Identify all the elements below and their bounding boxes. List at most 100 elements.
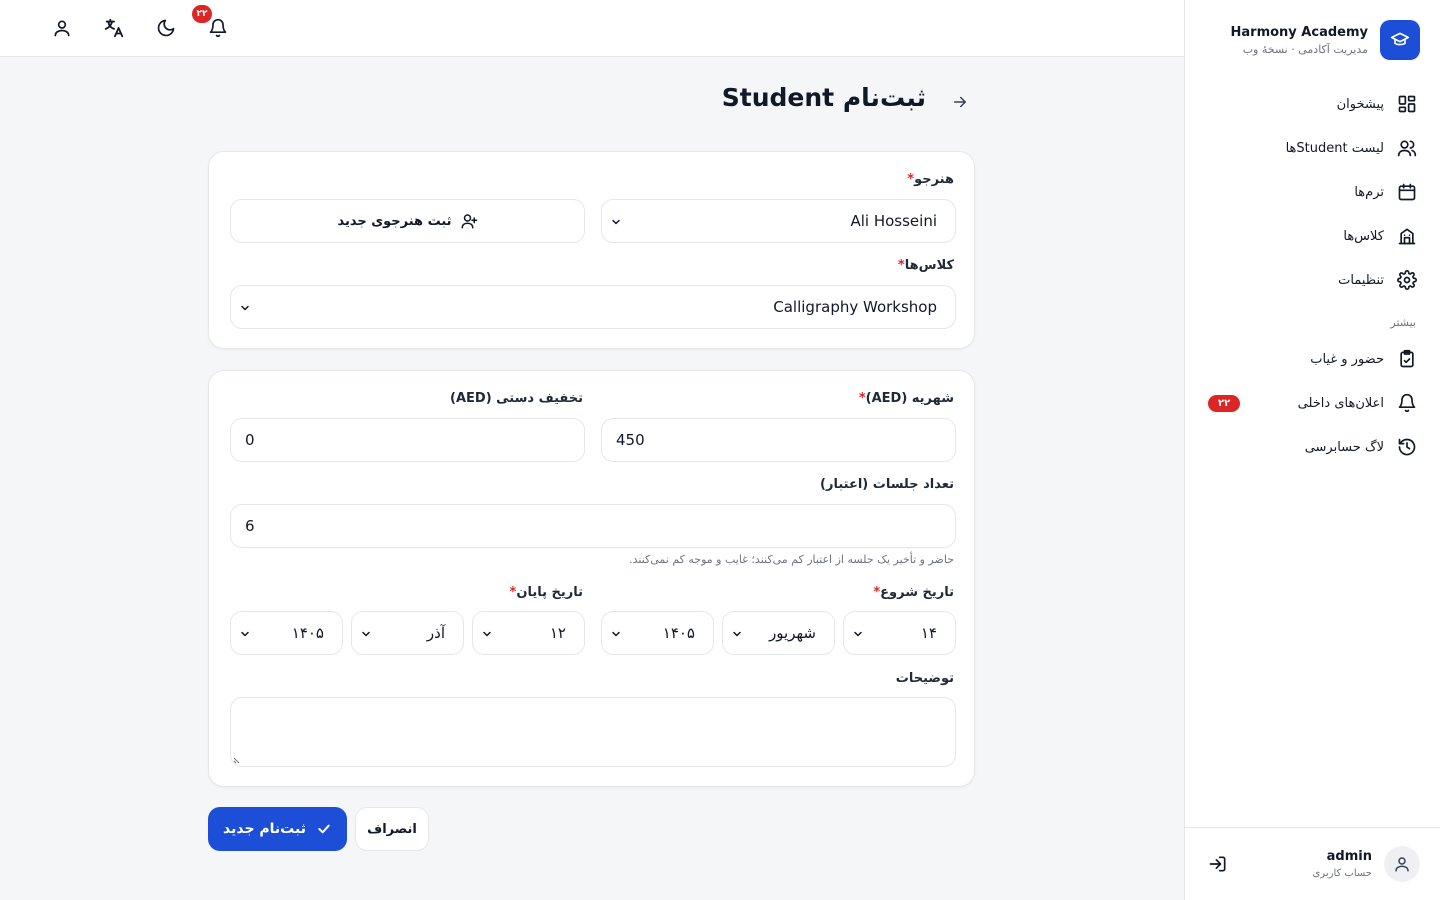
sidebar-item-label: لاگ حسابرسی (1304, 439, 1384, 455)
bell-icon (209, 18, 227, 38)
cancel-button-label: انصراف (367, 821, 417, 837)
new-student-button[interactable]: ثبت هنرجوی جدید (230, 199, 585, 243)
top-bar: ۲۲ (0, 0, 1184, 57)
sidebar-item-attendance[interactable]: حضور و غیاب (1184, 337, 1440, 381)
end-year-select[interactable]: ۱۴۰۵ (230, 611, 343, 655)
start-day-select[interactable]: ۱۴ (843, 611, 956, 655)
sidebar-item-label: حضور و غیاب (1310, 351, 1384, 367)
avatar[interactable] (1384, 846, 1420, 882)
sidebar-item-students[interactable]: لیست Studentها (1184, 126, 1440, 170)
tuition-label: شهریه (AED)* (858, 391, 954, 406)
sidebar-item-label: کلاس‌ها (1343, 228, 1384, 244)
start-month-value: شهریور (769, 624, 816, 642)
user-plus-icon (461, 214, 477, 229)
start-day-value: ۱۴ (920, 624, 937, 642)
sidebar-item-terms[interactable]: ترم‌ها (1184, 170, 1440, 214)
cancel-button[interactable]: انصراف (355, 807, 429, 851)
sidebar-item-dashboard[interactable]: پیشخوان (1184, 82, 1440, 126)
theme-toggle-button[interactable] (154, 16, 178, 40)
end-year-value: ۱۴۰۵ (291, 624, 324, 642)
arrow-right-icon (954, 96, 966, 108)
check-icon (318, 824, 330, 834)
chevron-down-icon (854, 631, 862, 637)
logout-icon (1209, 856, 1226, 872)
chevron-down-icon (483, 631, 491, 637)
user-role: حساب کاربری (1312, 868, 1372, 879)
sidebar-item-label: ترم‌ها (1354, 184, 1384, 200)
sessions-input[interactable]: 6 (230, 504, 956, 548)
page-header: ثبت‌نام Student (722, 80, 972, 114)
sessions-label: تعداد جلسات (اعتبار) (820, 477, 954, 492)
sidebar-item-label: تنظیمات (1338, 272, 1384, 288)
end-day-select[interactable]: ۱۲ (472, 611, 585, 655)
brand-subtitle: مدیریت آکادمی · نسخهٔ وب (1242, 42, 1368, 56)
dashboard-icon (1398, 95, 1416, 113)
chevron-down-icon (241, 631, 249, 637)
start-month-select[interactable]: شهریور (722, 611, 835, 655)
start-date-label: تاریخ شروع* (873, 585, 954, 600)
submit-button-label: ثبت‌نام جدید (223, 821, 306, 837)
sidebar-item-classes[interactable]: کلاس‌ها (1184, 214, 1440, 258)
announcements-badge: ۲۲ (1208, 394, 1241, 412)
start-year-select[interactable]: ۱۴۰۵ (601, 611, 714, 655)
brand-logo (1380, 20, 1420, 60)
classes-select[interactable]: Calligraphy Workshop (230, 285, 956, 329)
sidebar-item-label: اعلان‌های داخلی (1297, 395, 1384, 411)
chevron-down-icon (612, 219, 620, 225)
student-class-card: هنرجو* Ali Hosseini ثبت هنرجوی جدید کلاس… (208, 151, 975, 349)
discount-input[interactable]: 0 (230, 418, 585, 462)
enrollment-details-card: شهریه (AED)* 450 تخفیف دستی (AED) 0 تعدا… (208, 370, 975, 787)
profile-button[interactable] (50, 16, 74, 40)
sidebar-item-audit-log[interactable]: لاگ حسابرسی (1184, 425, 1440, 469)
sidebar-item-label: پیشخوان (1336, 96, 1384, 112)
sessions-value: 6 (245, 517, 255, 535)
sidebar-nav: پیشخوان لیست Studentها ترم‌ها کلاس‌ها تن… (1184, 82, 1440, 469)
resize-handle-icon[interactable] (233, 754, 243, 764)
tuition-value: 450 (616, 431, 645, 449)
moon-icon (157, 19, 175, 37)
end-day-value: ۱۲ (549, 624, 566, 642)
brand: Harmony Academy مدیریت آکادمی · نسخهٔ وب (1231, 20, 1420, 60)
clipboard-icon (1400, 349, 1414, 368)
notes-textarea[interactable] (230, 697, 956, 767)
user-name: admin (1326, 849, 1372, 864)
discount-value: 0 (245, 431, 255, 449)
notes-label: توضیحات (895, 671, 954, 686)
end-month-value: آذر (426, 624, 445, 642)
submit-enrollment-button[interactable]: ثبت‌نام جدید (208, 807, 347, 851)
brand-name: Harmony Academy (1230, 24, 1368, 40)
graduation-cap-icon (1390, 32, 1410, 46)
notification-badge: ۲۲ (192, 5, 212, 23)
student-label: هنرجو* (907, 172, 954, 187)
tuition-input[interactable]: 450 (601, 418, 956, 462)
translate-icon (104, 18, 124, 38)
end-month-select[interactable]: آذر (351, 611, 464, 655)
chevron-down-icon (612, 631, 620, 637)
sidebar-item-announcements[interactable]: اعلان‌های داخلی ۲۲ (1184, 381, 1440, 425)
building-icon (1398, 228, 1416, 245)
back-button[interactable] (948, 90, 972, 114)
sidebar-item-settings[interactable]: تنظیمات (1184, 258, 1440, 302)
chevron-down-icon (241, 305, 249, 311)
calendar-icon (1398, 183, 1416, 201)
language-button[interactable] (102, 16, 126, 40)
chevron-down-icon (362, 631, 370, 637)
user-icon (54, 20, 70, 37)
sidebar-item-label: لیست Studentها (1285, 140, 1384, 156)
sessions-hint: حاضر و تأخیر یک جلسه از اعتبار کم می‌کنن… (629, 553, 954, 566)
student-select-value: Ali Hosseini (850, 212, 937, 230)
page-title: ثبت‌نام Student (721, 82, 926, 112)
discount-label: تخفیف دستی (AED) (450, 391, 583, 406)
bell-icon (1398, 393, 1416, 413)
notifications-button[interactable]: ۲۲ (192, 5, 230, 40)
new-student-button-label: ثبت هنرجوی جدید (337, 213, 452, 229)
student-select[interactable]: Ali Hosseini (601, 199, 956, 243)
sidebar-section-more: بیشتر (1390, 316, 1416, 329)
logout-button[interactable] (1204, 850, 1232, 878)
classes-select-value: Calligraphy Workshop (773, 298, 937, 316)
user-area: admin حساب کاربری (1184, 827, 1440, 900)
users-icon (1397, 140, 1417, 157)
history-icon (1398, 438, 1416, 456)
end-date-label: تاریخ پایان* (509, 585, 583, 600)
sidebar: Harmony Academy مدیریت آکادمی · نسخهٔ وب… (1184, 0, 1440, 900)
